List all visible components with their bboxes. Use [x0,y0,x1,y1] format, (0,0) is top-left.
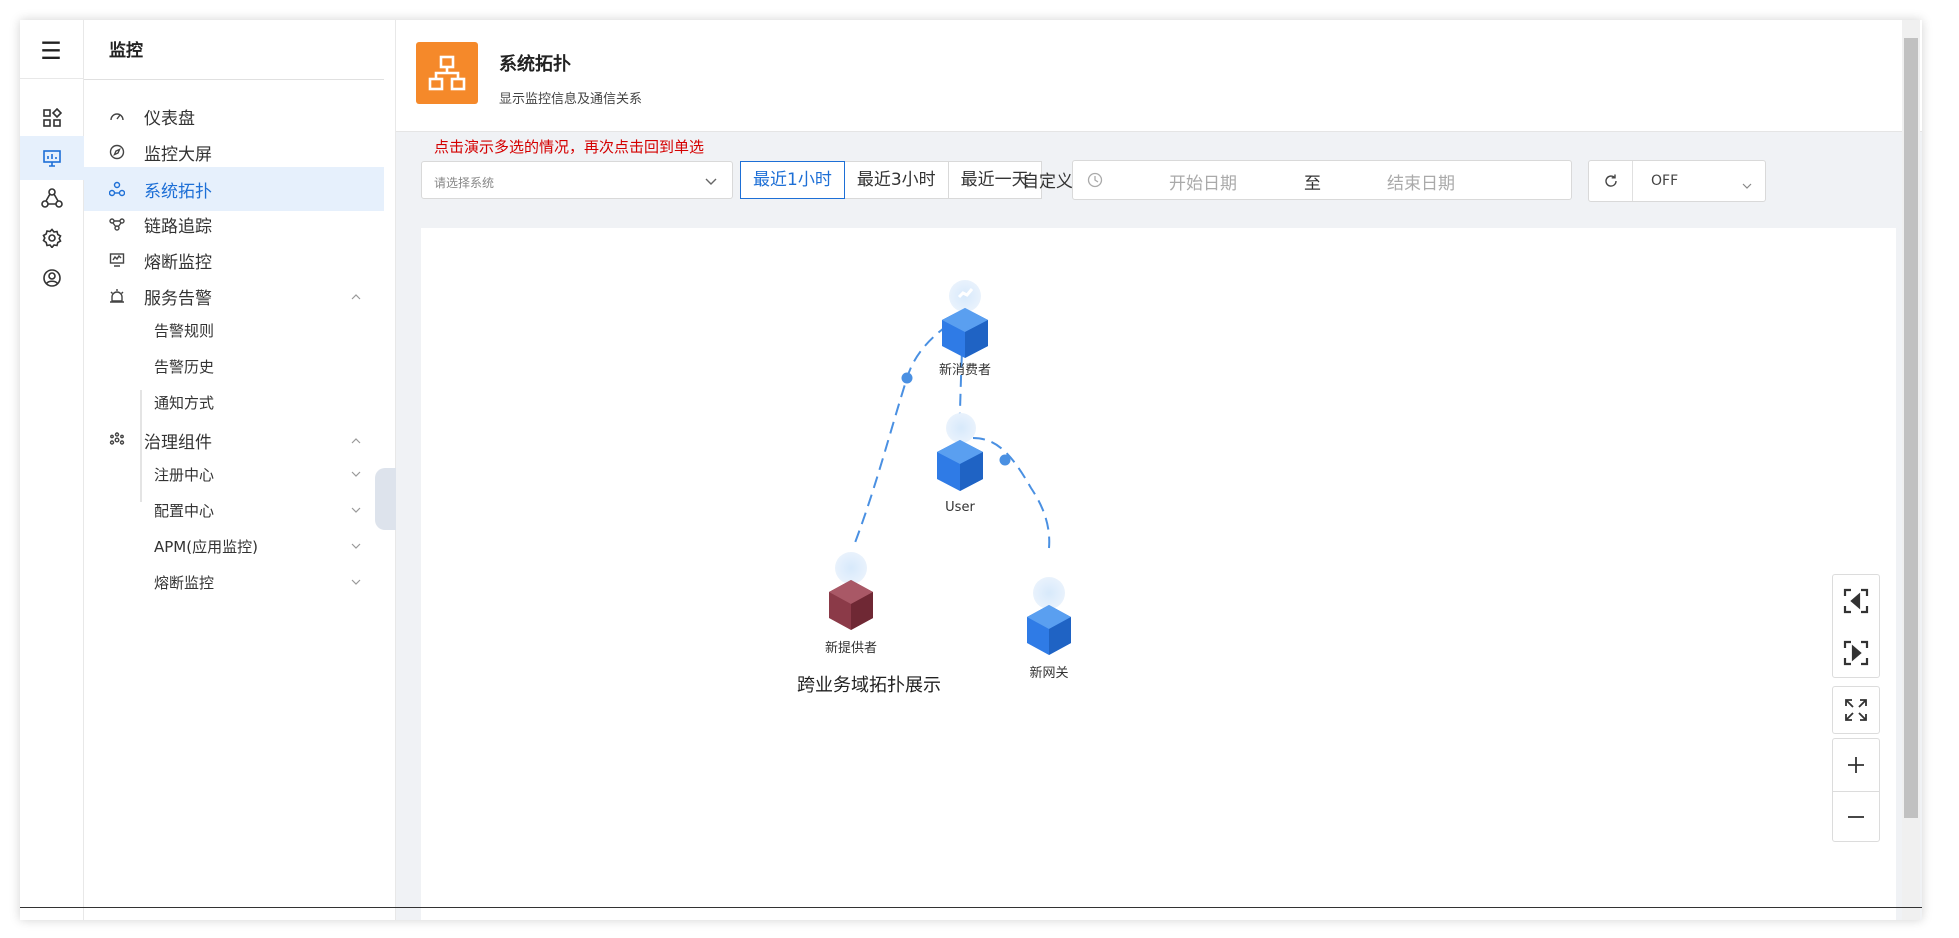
menu-item-label: 监控大屏 [144,144,212,165]
gauge-icon [106,105,128,127]
page-header: 系统拓扑 显示监控信息及通信关系 [396,20,1922,132]
plus-icon [1848,757,1864,773]
menu-item-label: 服务告警 [144,288,212,309]
zoom-controls [1832,738,1880,842]
submenu-item-registry[interactable]: 注册中心 [84,454,384,494]
menu-item-label: 仪表盘 [144,108,195,129]
range-separator: 至 [1304,174,1321,194]
chevron-down-icon [350,574,362,592]
submenu-item-notify-method[interactable]: 通知方式 [84,382,384,422]
submenu-item-circuit-breaker[interactable]: 熔断监控 [84,562,384,602]
topology-graph[interactable]: 新消费者 User 新提供者 跨业务域拓扑展示 新网关 [421,228,1896,920]
menu-title: 监控 [109,41,143,61]
refresh-icon [1604,174,1617,187]
rail-apps-icon[interactable] [20,96,84,140]
node-label: User [945,500,975,515]
menu-item-label: 链路追踪 [144,216,212,237]
page-scrollbar[interactable] [1902,20,1920,920]
rail-topology-icon[interactable] [20,176,84,220]
chevron-up-icon [350,432,362,452]
submenu-item-config-center[interactable]: 配置中心 [84,490,384,530]
playback-controls [1832,574,1880,678]
clock-icon [1087,172,1103,193]
chevron-down-icon [350,538,362,556]
collapse-sidebar-handle[interactable] [375,468,397,530]
side-menu: 监控 仪表盘 监控大屏 系统拓扑 链路追踪 熔断监控 服务告警 告警规则 告警历… [84,20,396,920]
node-label: 新消费者 [939,362,991,378]
topology-logo-icon [416,42,478,104]
topology-canvas[interactable]: 新消费者 User 新提供者 跨业务域拓扑展示 新网关 [421,228,1896,920]
page-title: 系统拓扑 [499,54,571,75]
refresh-interval-select[interactable]: OFF [1651,173,1678,189]
icon-rail: ☰ [20,20,84,920]
main-content: 系统拓扑 显示监控信息及通信关系 点击演示多选的情况，再次点击回到单选 请选择系… [396,20,1922,920]
zoom-out-button[interactable] [1833,791,1879,843]
end-date-input[interactable]: 结束日期 [1387,169,1455,194]
submenu-item-alert-history[interactable]: 告警历史 [84,346,384,386]
custom-range-label: 自定义: [1022,172,1079,192]
chevron-down-icon [350,502,362,520]
page-description: 显示监控信息及通信关系 [499,92,643,107]
rail-settings-icon[interactable] [20,216,84,260]
time-range-tabs: 最近1小时 最近3小时 最近一天 [740,161,1042,199]
date-range-picker[interactable]: 开始日期 至 结束日期 [1072,160,1572,200]
refresh-button[interactable] [1589,161,1633,201]
step-forward-icon [1843,640,1869,666]
start-date-input[interactable]: 开始日期 [1169,169,1237,194]
step-back-button[interactable] [1833,575,1879,627]
zoom-in-button[interactable] [1833,739,1879,791]
alarm-icon [106,285,128,307]
edge-user-gateway [972,437,1051,549]
minus-icon [1848,816,1864,818]
node-gateway[interactable]: 新网关 [1027,577,1071,681]
fullscreen-button[interactable] [1832,686,1880,734]
step-forward-button[interactable] [1833,627,1879,679]
chevron-down-icon [704,174,718,191]
submenu-item-apm[interactable]: APM(应用监控) [84,526,384,566]
node-consumer[interactable]: 新消费者 [939,280,991,378]
system-select[interactable]: 请选择系统 [421,161,733,199]
compass-icon [106,141,128,163]
range-3h-button[interactable]: 最近3小时 [843,161,949,199]
components-icon [106,429,128,451]
menu-item-label: 系统拓扑 [144,181,212,202]
trace-icon [106,213,128,235]
node-provider[interactable]: 新提供者 跨业务域拓扑展示 [797,552,941,696]
step-back-icon [1843,588,1869,614]
monitor-icon [106,249,128,271]
node-label: 新网关 [1029,665,1068,681]
chevron-down-icon [1741,177,1753,196]
auto-refresh-control: OFF [1588,160,1766,202]
multi-select-hint[interactable]: 点击演示多选的情况，再次点击回到单选 [434,136,704,157]
edge-dot [901,372,913,384]
topology-title: 跨业务域拓扑展示 [797,675,941,696]
menu-item-label: 熔断监控 [144,252,212,273]
submenu-item-alert-rules[interactable]: 告警规则 [84,310,384,350]
node-user[interactable]: User [937,413,983,515]
chevron-down-icon [350,466,362,484]
edge-dot [999,454,1011,466]
menu-item-label: 治理组件 [144,432,212,453]
node-label: 新提供者 [825,640,877,656]
rail-monitor-icon[interactable] [20,136,84,180]
app-window: ☰ 监控 仪表盘 监控大屏 系统拓扑 链路追踪 熔断监控 服务告警 告警规则 告… [20,20,1922,920]
expand-icon [1845,699,1867,721]
rail-user-icon[interactable] [20,256,84,300]
topology-icon [106,178,128,200]
chevron-up-icon [350,288,362,308]
range-1h-button[interactable]: 最近1小时 [740,161,845,199]
hamburger-menu-icon[interactable]: ☰ [36,36,66,66]
